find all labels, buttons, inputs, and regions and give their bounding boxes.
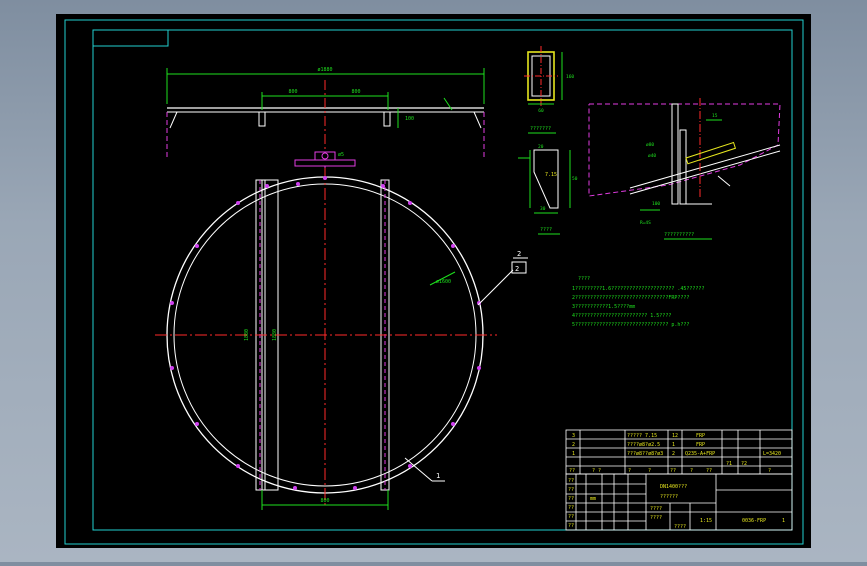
tb-label-6: mm [590,496,596,502]
bom-header-remark: ? [768,468,771,474]
sec-c-label-1: ø80 [646,142,654,148]
dim-bar-gap: 800 [320,498,329,504]
tb-label-3: ?? [568,496,574,502]
drawing-background [56,14,811,548]
bom-row-1-no: 1 [572,451,575,457]
cad-drawing-viewport[interactable]: ø1880 800 800 100 ø5 800 1880 1880 ø1600… [0,0,867,562]
note-line-5: 5??????????????????????????????? p.h??? [572,322,689,328]
drawing-name-1: DN1400??? [660,484,687,490]
note-line-3: 3???????????1.5????mm [572,304,635,310]
sec-c-label-5: R=4S [640,220,651,226]
scale-label: ???? [650,506,662,512]
drawing-name-2: ?????? [660,494,678,500]
scale-value: 1:15 [700,518,712,524]
tb-label-7: ?? [568,523,574,529]
bom-header-code: ? ? [592,468,601,474]
weight-label: ???? [650,515,662,521]
balloon-2-box: 2 [515,265,519,273]
tb-label-5: ?? [568,514,574,520]
note-line-1: 1?????????1.6????????????????????? .45??… [572,286,704,292]
dim-overall-width: ø1880 [317,67,332,73]
tb-label-4: ?? [568,505,574,511]
section-b-caption: ???? [540,227,552,233]
sec-a-width: 60 [538,108,544,114]
bom-row-2-name: ????ø8?ø2.5 [627,442,660,448]
bom-header-mat: ? [690,468,693,474]
drawing-canvas: ø1880 800 800 100 ø5 800 1880 1880 ø1600… [56,14,811,548]
bom-header-name2: ? [648,468,651,474]
bom-row-1-name: ???ø8??ø8?ø3 [627,451,663,457]
bom-header-mat2: ?? [706,468,712,474]
sec-a-height: 160 [566,74,574,80]
dim-span-left: 800 [288,89,297,95]
bom-row-1-mat: Q235-A+FRP [685,451,715,457]
dim-small-height: 100 [405,116,414,122]
bom-row-3-no: 3 [572,433,575,439]
bom-row-2-qty: 1 [672,442,675,448]
bom-row-2-mat: FRP [696,442,705,448]
dim-top-note: ø5 [338,152,344,158]
sec-b-width: 20 [538,144,544,150]
bom-header-name: ? [628,468,631,474]
dim-span-right: 800 [351,89,360,95]
bom-row-3-name: ????? 7.15 [627,433,657,439]
bom-row-3-mat: FRP [696,433,705,439]
sec-c-label-3: 100 [652,201,660,207]
bom-header-no: ?? [569,468,575,474]
bom-header-qty: ?? [670,468,676,474]
note-line-2: 2???????????????????????????????FRP???? [572,295,689,301]
tb-label-1: ?? [568,478,574,484]
tb-label-2: ?? [568,487,574,493]
balloon-2: 2 [517,250,521,258]
section-c-caption: ?????????? [664,232,694,238]
notes-title: ???? [578,276,590,282]
drawing-code: 0036-FRP [742,518,766,524]
bom-header-unit: ?1 [726,461,732,467]
sec-b-height: 50 [572,176,578,182]
section-b-label: 7.15 [545,172,557,178]
dim-ring-diameter: ø1600 [436,279,451,285]
sec-c-label-4: 15 [712,113,718,119]
sec-c-label-2: ø40 [648,153,656,159]
bom-header-total: ?2 [741,461,747,467]
bom-row-3-qty: 12 [672,433,678,439]
bom-row-1-remark: L=3420 [763,451,781,457]
bom-row-2-no: 2 [572,442,575,448]
balloon-1: 1 [436,472,440,480]
note-line-4: 4???????????????????????? 1.5???? [572,313,671,319]
bom-row-1-qty: 2 [672,451,675,457]
section-a-caption: ??????? [530,126,551,132]
sheet-label: ???? [674,524,686,530]
dim-vertical-2: 1880 [272,329,278,341]
dim-vertical-1: 1880 [244,329,250,341]
drawing-page: 1 [782,518,785,524]
sec-b-height-2: 30 [540,206,546,212]
